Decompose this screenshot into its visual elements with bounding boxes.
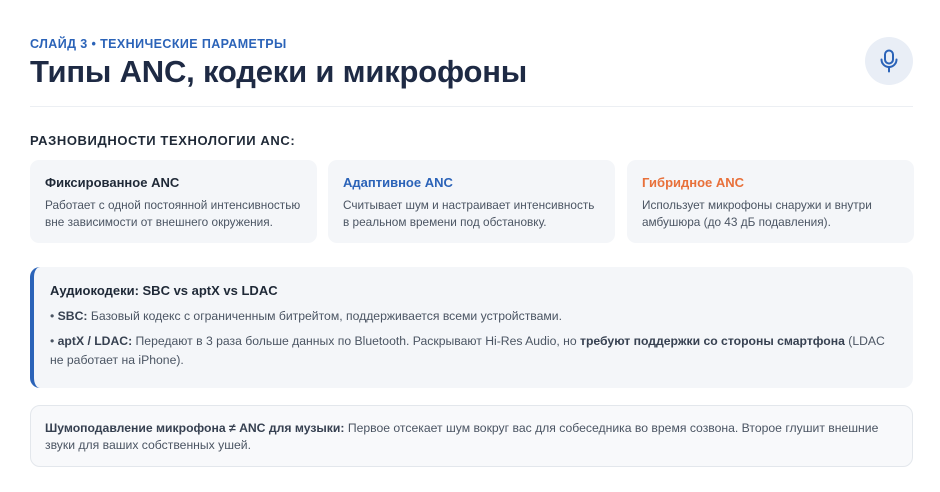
- microphone-icon-badge: [865, 37, 913, 85]
- card-text: Считывает шум и настраивает интенсивност…: [343, 198, 595, 229]
- card-title: Адаптивное ANC: [343, 175, 453, 190]
- card-text: Использует микрофоны снаружи и внутри ам…: [642, 198, 872, 229]
- slide-kicker: СЛАЙД 3 • ТЕХНИЧЕСКИЕ ПАРАМЕТРЫ: [30, 37, 287, 51]
- codec-title: Аудиокодеки: SBC vs aptX vs LDAC: [50, 283, 278, 298]
- anc-card-fixed: Фиксированное ANC Работает с одной посто…: [30, 160, 317, 243]
- bullet: •: [50, 334, 58, 348]
- anc-card-hybrid: Гибридное ANC Использует микрофоны снару…: [627, 160, 914, 243]
- codec-name: aptX / LDAC:: [57, 334, 133, 348]
- page-title: Типы ANC, кодеки и микрофоны: [30, 54, 528, 89]
- card-title: Гибридное ANC: [642, 175, 745, 190]
- codec-item-sbc: • SBC: Базовый кодекс с ограниченным бит…: [50, 307, 897, 326]
- anc-cards: Фиксированное ANC Работает с одной посто…: [30, 160, 914, 243]
- section-label: РАЗНОВИДНОСТИ ТЕХНОЛОГИИ ANC:: [30, 133, 296, 148]
- codec-item-aptx-ldac: • aptX / LDAC: Передают в 3 раза больше …: [50, 332, 897, 370]
- microphone-icon: [880, 49, 898, 73]
- codec-text: Базовый кодекс с ограниченным битрейтом,…: [87, 309, 562, 323]
- codec-text: Передают в 3 раза больше данных по Bluet…: [132, 334, 581, 348]
- header-divider: [30, 106, 913, 107]
- bullet: •: [50, 309, 58, 323]
- note-lead: Шумоподавление микрофона ≠ ANC для музык…: [45, 421, 345, 435]
- mic-note: Шумоподавление микрофона ≠ ANC для музык…: [30, 405, 913, 467]
- anc-card-adaptive: Адаптивное ANC Считывает шум и настраива…: [328, 160, 615, 243]
- card-title: Фиксированное ANC: [45, 175, 180, 190]
- codec-name: SBC:: [57, 309, 88, 323]
- card-text: Работает с одной постоянной интенсивност…: [45, 198, 301, 229]
- codec-emphasis: требуют поддержки со стороны смартфона: [580, 334, 845, 348]
- codec-callout: Аудиокодеки: SBC vs aptX vs LDAC • SBC: …: [30, 267, 913, 388]
